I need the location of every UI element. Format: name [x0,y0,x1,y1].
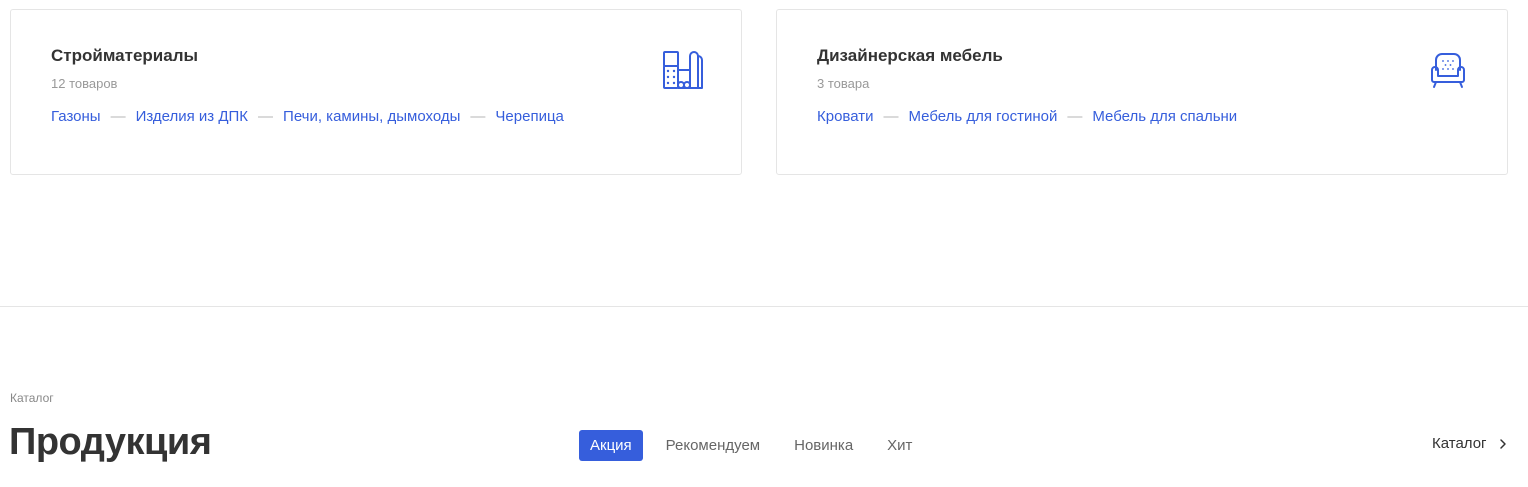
subcategory-link-stoves[interactable]: Печи, камины, дымоходы [283,108,460,125]
category-card-building-materials[interactable]: Стройматериалы 12 товаров Газоны — Издел… [10,9,742,175]
section-breadcrumb[interactable]: Каталог [10,391,54,405]
subcategory-link-bedroom[interactable]: Мебель для спальни [1092,108,1237,125]
card-title[interactable]: Стройматериалы [51,46,198,66]
catalog-link[interactable]: Каталог [1432,435,1509,452]
subcategory-link-tiles[interactable]: Черепица [495,108,563,125]
link-separator: — [883,108,899,125]
link-separator: — [110,108,126,125]
catalog-link-label: Каталог [1432,435,1487,452]
subcategory-link-wpc[interactable]: Изделия из ДПК [136,108,248,125]
tab-recommended[interactable]: Рекомендуем [655,430,771,461]
link-separator: — [258,108,274,125]
card-subcategory-links: Газоны — Изделия из ДПК — Печи, камины, … [51,108,564,125]
product-filter-tabs: Акция Рекомендуем Новинка Хит [579,430,935,461]
link-separator: — [470,108,486,125]
chevron-right-icon [1499,438,1506,449]
building-materials-icon [663,51,703,89]
page: Стройматериалы 12 товаров Газоны — Издел… [0,0,1528,487]
subcategory-link-living-room[interactable]: Мебель для гостиной [908,108,1057,125]
card-title[interactable]: Дизайнерская мебель [817,46,1003,66]
subcategory-link-beds[interactable]: Кровати [817,108,873,125]
card-count: 3 товара [817,76,870,91]
card-count: 12 товаров [51,76,118,91]
armchair-icon [1431,53,1465,88]
section-divider [0,306,1528,307]
tab-hit[interactable]: Хит [876,430,923,461]
card-subcategory-links: Кровати — Мебель для гостиной — Мебель д… [817,108,1237,125]
tab-sale[interactable]: Акция [579,430,643,461]
subcategory-link-lawns[interactable]: Газоны [51,108,101,125]
link-separator: — [1067,108,1083,125]
category-card-designer-furniture[interactable]: Дизайнерская мебель 3 товара Кровати — М… [776,9,1508,175]
tab-new[interactable]: Новинка [783,430,864,461]
section-title: Продукция [9,421,212,463]
